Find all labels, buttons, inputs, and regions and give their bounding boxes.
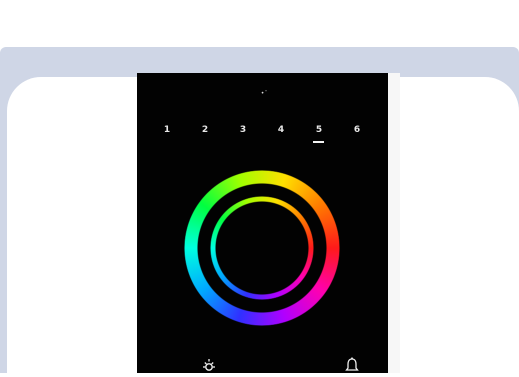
- brightness-icon-svg: [203, 359, 215, 371]
- panel-edge: [388, 73, 400, 373]
- bell-icon[interactable]: [344, 356, 360, 373]
- inner-hue-ring[interactable]: [210, 196, 314, 300]
- brightness-icon[interactable]: [201, 356, 217, 373]
- zone-button-2[interactable]: 2: [199, 124, 211, 136]
- zone-button-1[interactable]: 1: [161, 124, 173, 136]
- status-indicator: •̈: [260, 90, 265, 97]
- zone-button-4[interactable]: 4: [275, 124, 287, 136]
- color-wheel[interactable]: [184, 170, 340, 326]
- zone-button-3[interactable]: 3: [237, 124, 249, 136]
- screenshot-stage: •̈ 1 2 3 4 5 6: [0, 0, 519, 373]
- zone-button-5[interactable]: 5: [313, 124, 325, 136]
- selected-zone-indicator: [313, 141, 324, 143]
- bell-icon-svg: [345, 357, 359, 371]
- zone-button-6[interactable]: 6: [351, 124, 363, 136]
